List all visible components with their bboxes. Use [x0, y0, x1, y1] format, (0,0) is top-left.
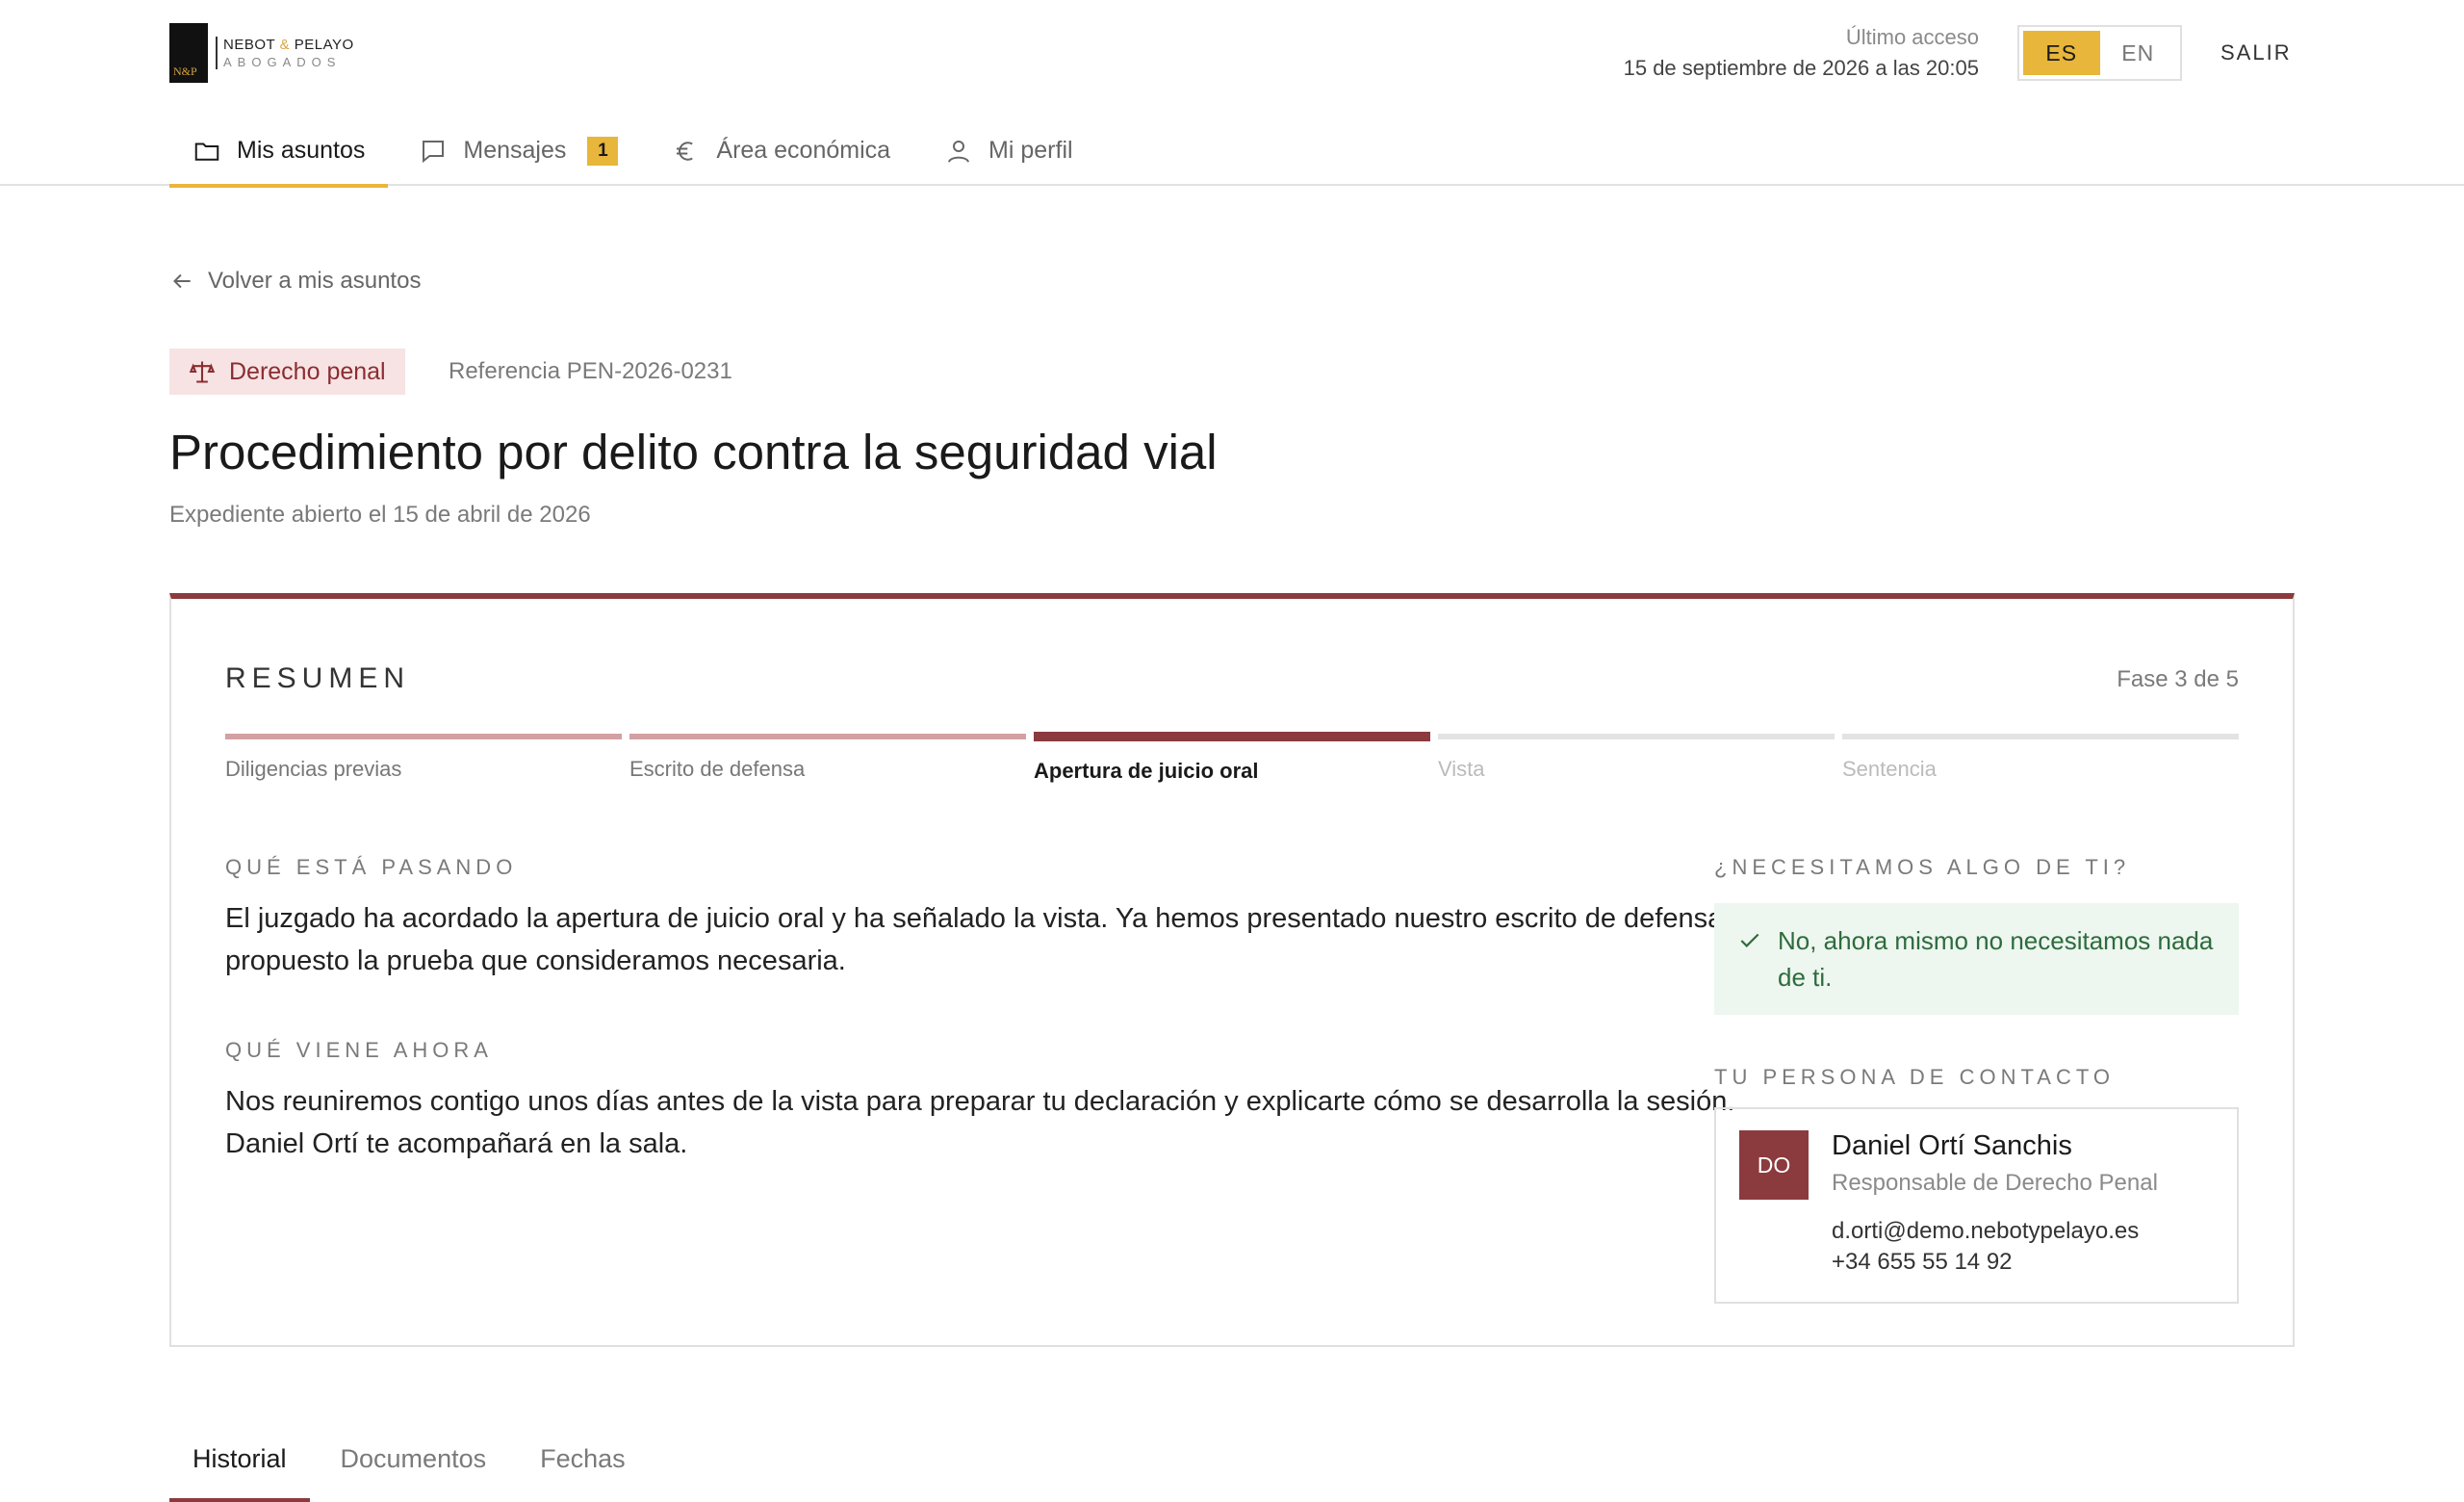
page-title: Procedimiento por delito contra la segur…: [169, 425, 1218, 479]
phase-bar: [225, 734, 622, 739]
contact-name: Daniel Ortí Sanchis: [1832, 1130, 2072, 1161]
nav-item-label: Mi perfil: [988, 137, 1073, 164]
nav-item-label: Área económica: [716, 137, 891, 164]
nav-item-label: Mis asuntos: [237, 137, 366, 164]
phase-label: Diligencias previas: [225, 757, 402, 781]
euro-icon: [677, 141, 694, 161]
phase-step: Escrito de defensa: [629, 734, 1026, 784]
need-heading: ¿NECESITAMOS ALGO DE TI?: [1714, 855, 2131, 879]
phase-step: Diligencias previas: [225, 734, 622, 784]
phase-bar: [1438, 734, 1835, 739]
phase-bar: [1842, 734, 2239, 739]
tab-fechas[interactable]: Fechas: [517, 1421, 649, 1502]
phase-bar: [1034, 732, 1430, 741]
practice-area-tag: Derecho penal: [169, 349, 405, 395]
nav-item-mensajes[interactable]: Mensajes 1: [396, 116, 641, 186]
contact-card: DO Daniel Ortí Sanchis Responsable de De…: [1714, 1107, 2239, 1304]
logo-mark: N&P: [169, 23, 208, 83]
phase-step: Sentencia: [1842, 734, 2239, 784]
phase-label: Vista: [1438, 757, 1485, 781]
contact-email-link[interactable]: d.orti@demo.nebotypelayo.es: [1832, 1218, 2158, 1245]
tab-historial[interactable]: Historial: [169, 1421, 310, 1502]
check-icon: [1740, 933, 1759, 947]
tab-documentos[interactable]: Documentos: [318, 1421, 510, 1502]
logo-name: NEBOT & PELAYO: [223, 37, 354, 53]
main-nav: Mis asuntos Mensajes 1 Área económica Mi…: [169, 116, 1104, 188]
message-icon: [423, 140, 445, 163]
nav-item-mis-asuntos[interactable]: Mis asuntos: [169, 116, 389, 188]
phase-label: Escrito de defensa: [629, 757, 806, 781]
phase-bar: [629, 734, 1026, 739]
folder-icon: [194, 142, 219, 161]
logo-subtitle: ABOGADOS: [223, 55, 342, 69]
contact-phone-link[interactable]: +34 655 55 14 92: [1832, 1249, 2158, 1276]
phase-count: Fase 3 de 5: [2117, 666, 2239, 692]
back-link-label: Volver a mis asuntos: [208, 268, 422, 294]
contact-heading: TU PERSONA DE CONTACTO: [1714, 1065, 2116, 1089]
nav-item-mi-perfil[interactable]: Mi perfil: [921, 116, 1096, 186]
now-text: El juzgado ha acordado la apertura de ju…: [225, 903, 1745, 976]
unread-badge: 1: [587, 136, 619, 166]
arrow-left-icon: [173, 273, 191, 289]
firm-logo[interactable]: N&P NEBOT & PELAYO ABOGADOS: [169, 23, 354, 83]
contact-role: Responsable de Derecho Penal: [1832, 1170, 2158, 1196]
logo-initials: N&P: [173, 65, 197, 78]
phase-step-current: Apertura de juicio oral: [1034, 732, 1430, 784]
phase-step: Vista: [1438, 734, 1835, 784]
phase-label: Sentencia: [1842, 757, 1937, 781]
summary-card: RESUMEN Fase 3 de 5 Diligencias previas …: [169, 593, 2295, 1347]
opened-date: Expediente abierto el 15 de abril de 202…: [169, 502, 591, 528]
back-link[interactable]: Volver a mis asuntos: [169, 268, 421, 295]
practice-area-label: Derecho penal: [229, 357, 386, 385]
nav-item-area-economica[interactable]: Área económica: [649, 116, 913, 186]
next-text: Nos reuniremos contigo unos días antes d…: [225, 1086, 1735, 1159]
language-switch: ES EN: [2017, 25, 2182, 81]
phase-label: Apertura de juicio oral: [1034, 759, 1259, 783]
next-heading: QUÉ VIENE AHORA: [225, 1038, 493, 1062]
top-header: N&P NEBOT & PELAYO ABOGADOS Último acces…: [0, 0, 2464, 188]
no-action-text: No, ahora mismo no necesitamos nada de t…: [1778, 926, 2214, 992]
nav-item-label: Mensajes: [463, 137, 567, 164]
last-access-label: Último acceso: [1845, 25, 1979, 49]
lang-es-button[interactable]: ES: [2023, 31, 2100, 75]
now-heading: QUÉ ESTÁ PASANDO: [225, 855, 518, 879]
summary-title: RESUMEN: [225, 662, 411, 694]
logout-button[interactable]: SALIR: [2220, 40, 2292, 65]
last-access-date: 15 de septiembre de 2026 a las 20:05: [1623, 56, 1979, 80]
scales-icon: [189, 361, 216, 383]
last-access: Último acceso 15 de septiembre de 2026 a…: [1624, 25, 1979, 81]
phase-stepper: Diligencias previas Escrito de defensa A…: [225, 732, 2239, 784]
matter-tabs: Historial Documentos Fechas: [169, 1421, 656, 1502]
status-column: QUÉ ESTÁ PASANDO El juzgado ha acordado …: [225, 855, 1765, 1221]
matter-reference: Referencia PEN-2026-0231: [449, 358, 732, 384]
side-column: ¿NECESITAMOS ALGO DE TI? No, ahora mismo…: [1714, 855, 2239, 1304]
no-action-notice: No, ahora mismo no necesitamos nada de t…: [1714, 903, 2239, 1015]
user-icon: [948, 140, 970, 163]
lang-en-button[interactable]: EN: [2100, 31, 2177, 75]
avatar: DO: [1739, 1130, 1809, 1200]
